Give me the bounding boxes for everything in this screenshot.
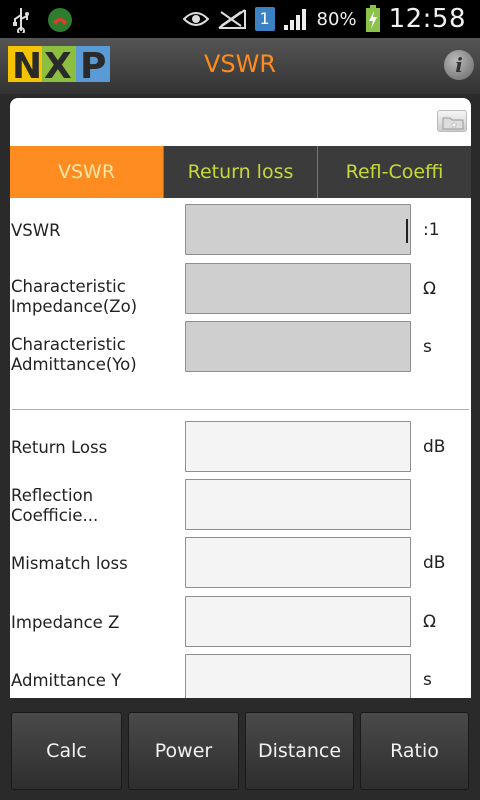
admittance-y-row: Admittance Y s [10, 654, 471, 698]
calculator-panel: VSWR Return loss Refl-Coeffi VSWR :1 Cha… [10, 98, 471, 698]
power-button[interactable]: Power [128, 712, 239, 790]
page-title: VSWR [203, 50, 277, 78]
admittance-yo-label: Characteristic Admittance(Yo) [11, 335, 137, 374]
impedance-z-unit: Ω [423, 611, 436, 632]
status-bar: 1 80% 12:58 [0, 0, 480, 38]
battery-percent: 80% [316, 8, 357, 30]
mismatch-loss-output[interactable] [185, 537, 411, 588]
folder-icon[interactable] [437, 110, 467, 132]
admittance-yo-row: Characteristic Admittance(Yo) s [10, 321, 471, 375]
reflection-coefficient-label: Reflection Coefficie... [11, 486, 99, 525]
usb-icon [13, 8, 29, 33]
clock: 12:58 [388, 4, 466, 34]
text-cursor [406, 219, 408, 243]
reflection-coefficient-output[interactable] [185, 479, 411, 530]
mismatch-loss-unit: dB [423, 552, 446, 573]
mismatch-loss-label: Mismatch loss [11, 554, 128, 573]
return-loss-label: Return Loss [11, 438, 108, 457]
notification-count-badge: 1 [254, 7, 275, 31]
status-bar-right: 1 80% 12:58 [182, 4, 466, 34]
admittance-y-output[interactable] [185, 654, 411, 698]
return-loss-row: Return Loss dB [10, 421, 471, 475]
impedance-zo-row: Characteristic Impedance(Zo) Ω [10, 263, 471, 317]
info-button[interactable]: i [444, 50, 474, 80]
tab-return-loss[interactable]: Return loss [163, 146, 317, 198]
tab-vswr[interactable]: VSWR [10, 146, 163, 198]
admittance-yo-unit: s [423, 336, 432, 357]
admittance-yo-input[interactable] [185, 321, 411, 372]
vswr-label: VSWR [11, 221, 61, 240]
admittance-y-label: Admittance Y [11, 671, 122, 690]
impedance-zo-input[interactable] [185, 263, 411, 314]
impedance-z-output[interactable] [185, 596, 411, 647]
impedance-z-row: Impedance Z Ω [10, 596, 471, 650]
return-loss-unit: dB [423, 436, 446, 457]
calc-button[interactable]: Calc [11, 712, 122, 790]
section-divider [12, 409, 469, 410]
ratio-button[interactable]: Ratio [360, 712, 469, 790]
mismatch-loss-row: Mismatch loss dB [10, 537, 471, 591]
no-signal-icon [217, 9, 246, 29]
missed-call-icon [48, 8, 72, 32]
tab-bar: VSWR Return loss Refl-Coeffi [10, 146, 471, 198]
return-loss-output[interactable] [185, 421, 411, 472]
vswr-row: VSWR :1 [10, 204, 471, 258]
admittance-y-unit: s [423, 669, 432, 690]
eye-icon [182, 12, 209, 26]
reflection-coefficient-row: Reflection Coefficie... [10, 479, 471, 533]
distance-button[interactable]: Distance [245, 712, 354, 790]
bottom-button-bar: Calc Power Distance Ratio [0, 700, 480, 800]
signal-icon [283, 9, 306, 30]
battery-charging-icon [365, 5, 380, 32]
status-bar-left [12, 6, 74, 34]
impedance-zo-label: Characteristic Impedance(Zo) [11, 277, 138, 316]
vswr-unit: :1 [423, 219, 440, 240]
vswr-input[interactable] [185, 204, 411, 255]
title-bar: N X P VSWR i [0, 38, 480, 94]
impedance-z-label: Impedance Z [11, 613, 120, 632]
folder-glyph-icon [442, 117, 464, 130]
impedance-zo-unit: Ω [423, 278, 436, 299]
tab-refl-coeffi[interactable]: Refl-Coeffi [317, 146, 471, 198]
